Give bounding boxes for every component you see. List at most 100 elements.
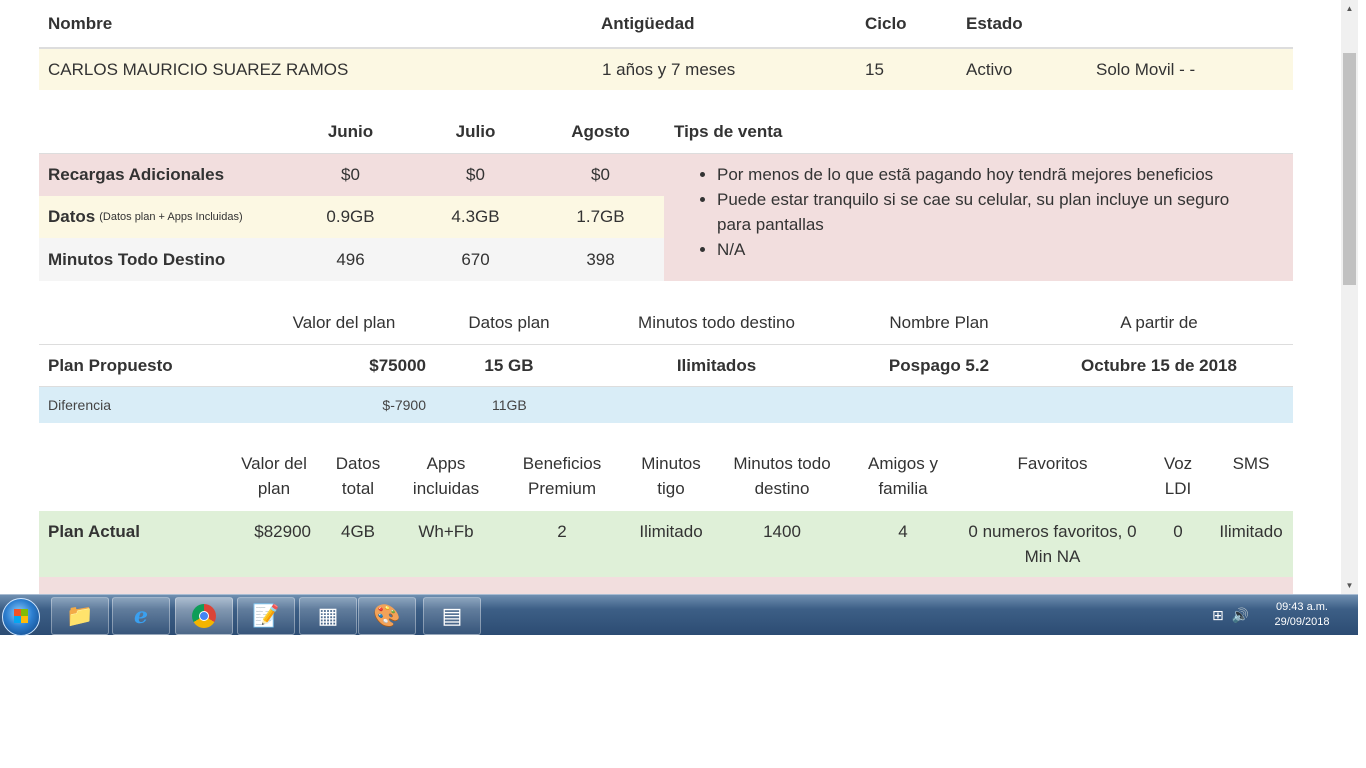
current-plan-apps: Wh+Fb <box>418 522 474 541</box>
chrome-icon <box>192 604 216 628</box>
customer-name: CARLOS MAURICIO SUAREZ RAMOS <box>48 59 349 79</box>
windows-logo-icon <box>14 609 28 623</box>
current-plan-label: Plan Actual <box>48 522 140 541</box>
proposed-plan-data: 15 GB <box>484 355 534 375</box>
current-plan-friends: 4 <box>898 522 908 541</box>
month-1: Junio <box>327 122 374 141</box>
proposed-plan-minutes: Ilimitados <box>676 355 757 375</box>
proposed-plan-name: Pospago 5.2 <box>888 355 990 375</box>
current-plan-ldi: 0 <box>1173 522 1183 541</box>
volume-icon[interactable]: 🔊 <box>1232 607 1249 624</box>
usage-value: 4.3GB <box>451 207 500 226</box>
header-current-apps: Apps incluidas <box>412 454 480 498</box>
notepad-taskbar-button[interactable]: 📝 <box>237 597 295 635</box>
header-plan-name: Nombre Plan <box>889 313 989 332</box>
header-status: Estado <box>966 13 1023 33</box>
proposed-plan-value: $75000 <box>369 355 426 375</box>
sales-tips-panel: Por menos de lo que estã pagando hoy ten… <box>664 154 1293 281</box>
next-row-cut-off <box>39 577 1293 594</box>
header-plan-value: Valor del plan <box>292 313 396 332</box>
usage-header-row: Junio Julio Agosto Tips de venta <box>39 111 1293 154</box>
folder-icon: 📁 <box>66 603 94 628</box>
usage-value: 670 <box>461 249 490 269</box>
difference-label: Diferencia <box>48 397 112 413</box>
current-header-row: Valor del plan Datos total Apps incluida… <box>39 451 1293 511</box>
current-plan-benefits: 2 <box>557 522 567 541</box>
tips-header: Tips de venta <box>674 122 783 141</box>
clock-time: 09:43 a.m. <box>1276 601 1328 613</box>
usage-label-note: (Datos plan + Apps Incluidas) <box>99 211 243 223</box>
start-button[interactable] <box>2 598 40 636</box>
usage-value: $0 <box>591 165 610 184</box>
header-current-value: Valor del plan <box>241 454 307 498</box>
header-current-sms: SMS <box>1232 454 1270 473</box>
usage-value: 0.9GB <box>326 207 375 226</box>
page-viewport: Nombre Antigüedad Ciclo Estado CARLOS MA… <box>0 0 1341 594</box>
calculator-taskbar-button[interactable]: ▤ <box>423 597 481 635</box>
taskbar-clock[interactable]: 09:43 a.m. 29/09/2018 <box>1262 600 1342 630</box>
customer-header-row: Nombre Antigüedad Ciclo Estado <box>39 0 1293 49</box>
scroll-down-icon[interactable]: ▼ <box>1341 577 1358 594</box>
usage-label: Recargas Adicionales <box>48 165 225 184</box>
clock-date: 29/09/2018 <box>1274 616 1330 628</box>
current-plan-min-all: 1400 <box>763 522 801 541</box>
notepad-icon: 📝 <box>252 603 280 628</box>
customer-cycle: 15 <box>865 59 884 79</box>
sales-tip: Por menos de lo que estã pagando hoy ten… <box>717 162 1293 187</box>
scroll-up-icon[interactable]: ▲ <box>1341 0 1358 17</box>
network-icon[interactable]: ⊞ <box>1212 607 1224 624</box>
usage-row-recargas: Recargas Adicionales $0 $0 $0 <box>39 154 664 196</box>
header-current-favorites: Favoritos <box>1017 454 1088 473</box>
header-plan-minutes: Minutos todo destino <box>638 313 795 332</box>
current-plan-row: Plan Actual $82900 4GB Wh+Fb 2 Ilimitado… <box>39 511 1293 577</box>
customer-age: 1 años y 7 meses <box>602 59 736 79</box>
header-plan-from: A partir de <box>1120 313 1198 332</box>
explorer-taskbar-button[interactable]: 📁 <box>51 597 109 635</box>
current-plan-value: $82900 <box>254 522 311 541</box>
customer-row: CARLOS MAURICIO SUAREZ RAMOS 1 años y 7 … <box>39 49 1293 90</box>
internet-explorer-icon: e <box>134 603 148 629</box>
header-current-data: Datos total <box>335 454 381 498</box>
customer-service: Solo Movil - - <box>1096 59 1196 79</box>
spreadsheet-icon: ▦ <box>317 603 339 628</box>
spreadsheet-taskbar-button[interactable]: ▦ <box>299 597 357 635</box>
sales-tip: N/A <box>717 237 1293 262</box>
difference-row: Diferencia $-7900 11GB <box>39 387 1293 423</box>
usage-value: $0 <box>466 165 485 184</box>
page-scrollbar[interactable]: ▲ ▼ <box>1341 0 1358 594</box>
usage-value: 1.7GB <box>576 207 625 226</box>
header-plan-data: Datos plan <box>468 313 550 332</box>
chrome-taskbar-button[interactable] <box>175 597 233 635</box>
proposed-header-row: Valor del plan Datos plan Minutos todo d… <box>39 302 1293 345</box>
difference-value: $-7900 <box>382 397 426 413</box>
current-plan-min-tigo: Ilimitado <box>639 522 703 541</box>
header-current-ldi: Voz LDI <box>1163 454 1193 498</box>
header-current-friends: Amigos y familia <box>868 454 938 498</box>
header-cycle: Ciclo <box>865 13 907 33</box>
calculator-icon: ▤ <box>441 603 463 628</box>
header-age: Antigüedad <box>601 13 695 33</box>
usage-value: 496 <box>336 249 365 269</box>
header-current-min-all: Minutos todo destino <box>733 454 831 498</box>
usage-label: Minutos Todo Destino <box>48 249 226 269</box>
scrollbar-thumb[interactable] <box>1343 53 1356 285</box>
usage-value: 398 <box>586 249 615 269</box>
month-2: Julio <box>455 122 496 141</box>
header-name: Nombre <box>48 13 113 33</box>
ie-taskbar-button[interactable]: e <box>112 597 170 635</box>
current-plan-sms: Ilimitado <box>1219 522 1283 541</box>
difference-data: 11GB <box>492 397 527 413</box>
usage-row-minutos: Minutos Todo Destino 496 670 398 <box>39 238 664 281</box>
sales-tip: Puede estar tranquilo si se cae su celul… <box>717 187 1293 237</box>
proposed-plan-label: Plan Propuesto <box>48 355 173 375</box>
header-current-benefits: Beneficios Premium <box>522 454 602 498</box>
proposed-plan-from: Octubre 15 de 2018 <box>1081 355 1237 375</box>
proposed-plan-row: Plan Propuesto $75000 15 GB Ilimitados P… <box>39 345 1293 387</box>
system-tray: ⊞ 🔊 <box>1212 595 1249 635</box>
paint-taskbar-button[interactable]: 🎨 <box>358 597 416 635</box>
current-plan-data: 4GB <box>340 522 376 541</box>
month-3: Agosto <box>571 122 630 141</box>
header-current-min-tigo: Minutos tigo <box>641 454 701 498</box>
usage-label-text: Datos <box>48 207 96 226</box>
usage-value: $0 <box>341 165 360 184</box>
